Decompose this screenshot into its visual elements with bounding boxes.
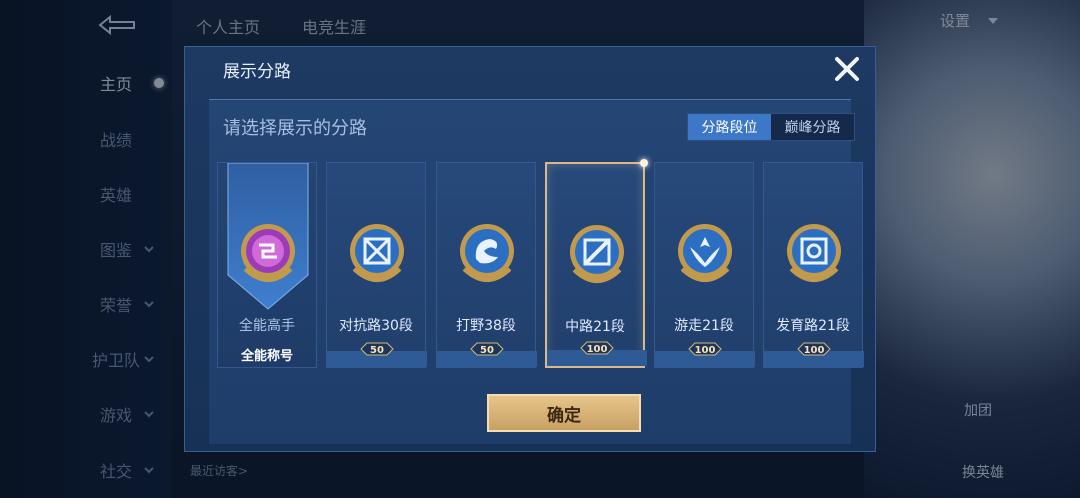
- roam-icon: [678, 224, 732, 282]
- lane-card-roam[interactable]: 游走21段 100: [654, 162, 755, 368]
- lane-card-jungle[interactable]: 打野38段 50: [436, 162, 537, 368]
- lane-card-name: 对抗路30段: [339, 318, 413, 334]
- lane-card-title: 全能称号: [240, 349, 293, 364]
- clash-lane-icon: [350, 224, 404, 282]
- lane-card-mid[interactable]: 中路21段 100: [545, 159, 648, 368]
- lane-card-allround[interactable]: 全能高手 全能称号: [217, 162, 317, 368]
- rank-badge-value: 50: [370, 345, 384, 356]
- selected-indicator: [640, 159, 648, 167]
- lane-card-name: 游走21段: [674, 318, 734, 334]
- jungle-dragon-icon: [460, 224, 514, 282]
- rank-badge-value: 100: [803, 345, 825, 356]
- lane-card-name: 中路21段: [565, 319, 625, 335]
- farm-lane-icon: [787, 224, 841, 282]
- lane-card-name: 打野38段: [456, 318, 516, 334]
- rank-badge-value: 100: [586, 344, 608, 355]
- tab-peak-lane[interactable]: 巅峰分路: [771, 114, 854, 140]
- dialog-content: 请选择展示的分路 分路段位 巅峰分路 全能高手 全能称号 对抗路30段 50 打…: [209, 99, 864, 444]
- dialog-subtitle: 请选择展示的分路: [223, 118, 367, 139]
- lane-card-name: 全能高手: [239, 318, 295, 334]
- allround-emblem-icon: [241, 224, 295, 282]
- mid-lane-icon: [570, 225, 624, 283]
- lane-display-dialog: 展示分路 请选择展示的分路 分路段位 巅峰分路 全能高手 全能称号 对抗路30段…: [184, 46, 876, 452]
- close-icon[interactable]: [831, 53, 863, 85]
- tab-lane-rank[interactable]: 分路段位: [688, 114, 771, 140]
- rank-badge-value: 50: [480, 345, 494, 356]
- lane-card-farm[interactable]: 发育路21段 100: [763, 162, 864, 368]
- dialog-title: 展示分路: [223, 62, 291, 82]
- lane-card-clash[interactable]: 对抗路30段 50: [326, 162, 427, 368]
- confirm-button[interactable]: 确定: [487, 394, 641, 432]
- lane-card-name: 发育路21段: [776, 318, 850, 334]
- rank-badge-value: 100: [694, 345, 716, 356]
- mode-toggle: 分路段位 巅峰分路: [687, 113, 855, 141]
